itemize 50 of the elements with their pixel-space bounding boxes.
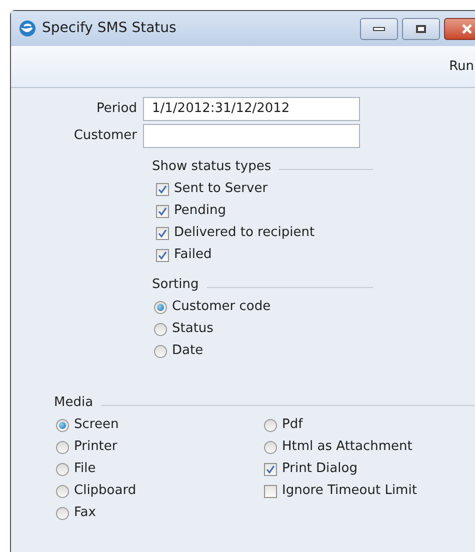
option-label: Printer [74,438,118,456]
option-label: Sent to Server [174,180,268,198]
app-logo-icon [19,20,36,37]
option-label: Delivered to recipient [174,224,315,242]
radio-button[interactable] [56,418,69,432]
option-label: Failed [174,246,212,264]
maximize-button[interactable] [402,18,440,40]
minimize-button[interactable] [360,18,398,40]
close-icon [462,24,472,34]
checkbox[interactable] [156,226,169,240]
check-icon [158,206,167,216]
check-icon [158,250,167,260]
option-label: Date [172,342,204,360]
radio-button[interactable] [56,484,69,498]
option-label: Clipboard [74,482,136,500]
option-label: Html as Attachment [282,438,412,456]
radio-button[interactable] [264,440,277,454]
group-heading: Media [54,394,94,412]
checkbox[interactable] [156,204,169,218]
option-label: Print Dialog [282,460,358,478]
radio-button[interactable] [154,300,167,314]
option-label: Status [172,320,214,338]
option-label: Pending [174,202,226,220]
radio-button[interactable] [56,462,69,476]
input-field[interactable]: 1/1/2012:31/12/2012 [143,96,360,120]
group-heading: Show status types [152,158,272,176]
option-label: Ignore Timeout Limit [282,482,417,500]
window-title: Specify SMS Status [42,19,176,38]
check-icon [158,184,167,194]
radio-button[interactable] [154,344,167,358]
input-field[interactable] [143,124,360,148]
run-button[interactable]: Run [447,56,475,76]
option-label: Customer code [172,298,271,316]
option-label: Pdf [282,416,303,434]
radio-button[interactable] [154,322,167,336]
radio-button[interactable] [264,418,277,432]
field-label: Customer [72,126,138,145]
checkbox[interactable] [264,462,277,476]
radio-button[interactable] [56,440,69,454]
radio-button[interactable] [56,506,69,520]
group-heading: Sorting [152,276,199,294]
checkbox[interactable] [264,484,277,498]
option-label: Fax [74,504,96,522]
check-icon [158,228,167,238]
check-icon [266,464,275,474]
field-label: Period [95,100,138,118]
option-label: Screen [74,416,119,434]
checkbox[interactable] [156,182,169,196]
option-label: File [74,460,96,478]
checkbox[interactable] [156,248,169,262]
